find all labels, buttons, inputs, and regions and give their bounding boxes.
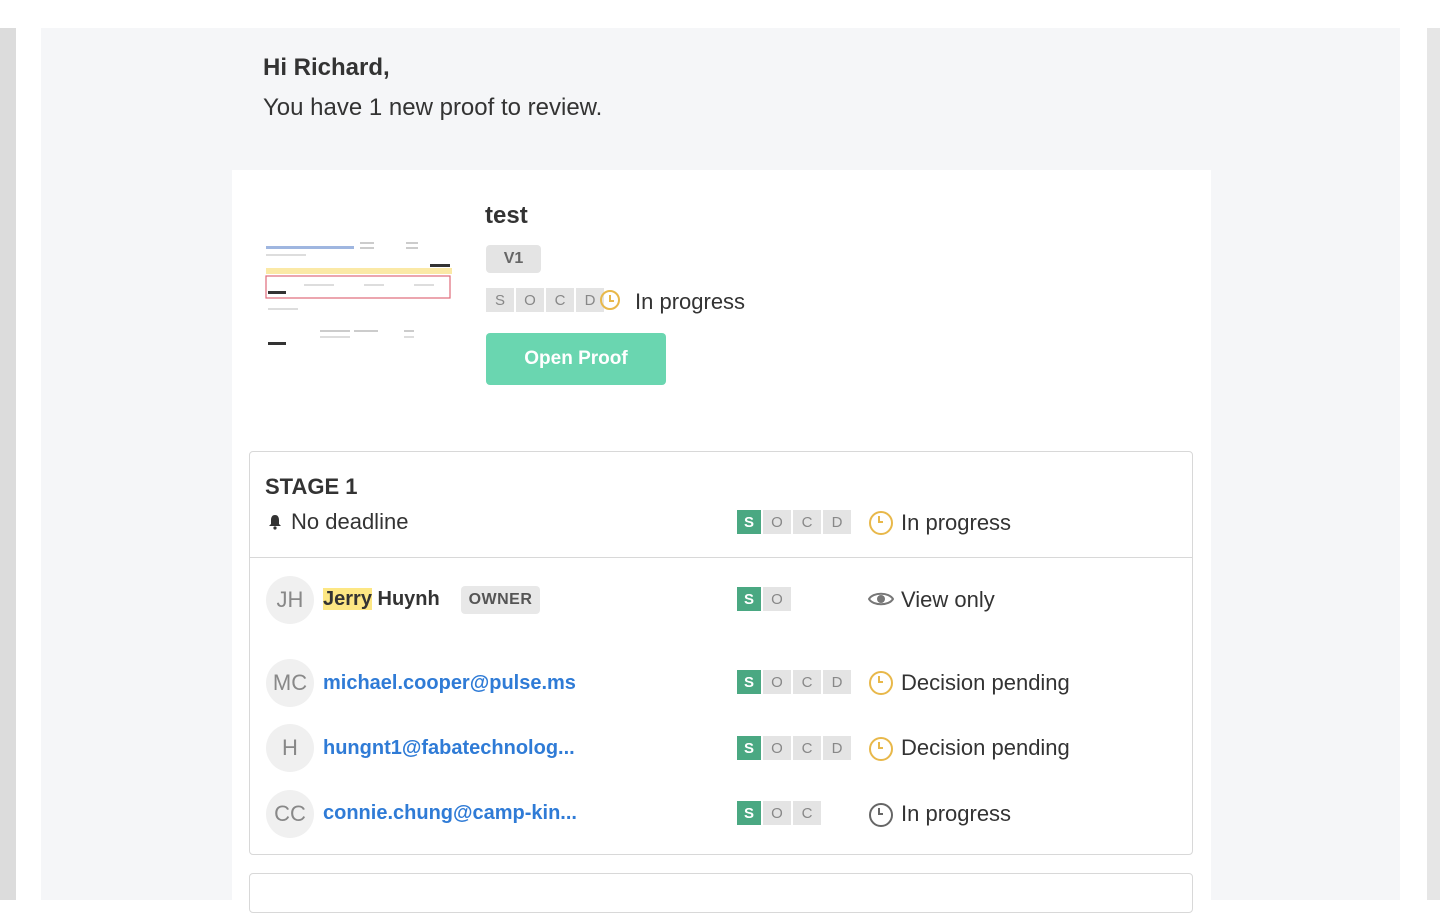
- bell-icon: [269, 515, 281, 530]
- step-c: C: [546, 288, 574, 312]
- greeting-name: Hi Richard,: [263, 54, 390, 81]
- avatar: JH: [266, 576, 314, 624]
- step-o: O: [763, 510, 791, 534]
- avatar: CC: [266, 790, 314, 838]
- reviewer-email-link[interactable]: connie.chung@camp-kin...: [323, 802, 577, 825]
- step-o: O: [763, 587, 791, 611]
- reviewer-steps: S O C D: [737, 736, 853, 760]
- step-s: S: [486, 288, 514, 312]
- version-badge: V1: [486, 245, 541, 273]
- stage-steps: S O C D: [737, 510, 853, 534]
- step-c: C: [793, 670, 821, 694]
- reviewer-status: View only: [901, 587, 995, 612]
- right-scrollbar[interactable]: [1427, 28, 1440, 900]
- left-scroll-edge: [0, 28, 16, 900]
- stage-status: In progress: [901, 510, 1012, 535]
- reviewer-last-name: Huynh: [371, 588, 440, 610]
- clock-icon: [869, 803, 893, 827]
- clock-icon: [869, 511, 893, 535]
- step-o: O: [763, 801, 791, 825]
- proof-status: In progress: [635, 289, 746, 314]
- step-o: O: [516, 288, 544, 312]
- stage-divider: [250, 557, 1192, 558]
- clock-icon: [869, 671, 893, 695]
- step-s: S: [737, 801, 761, 825]
- step-d: D: [823, 670, 851, 694]
- step-c: C: [793, 510, 821, 534]
- step-s: S: [737, 510, 761, 534]
- reviewer-email-link[interactable]: michael.cooper@pulse.ms: [323, 672, 576, 695]
- reviewer-steps: S O C: [737, 801, 823, 825]
- proof-steps: S O C D: [486, 288, 606, 312]
- greeting-message: You have 1 new proof to review.: [263, 94, 603, 121]
- reviewer-name: Jerry Huynh: [323, 588, 440, 611]
- name-highlight: Jerry: [323, 588, 372, 610]
- stage-deadline: No deadline: [291, 509, 409, 534]
- avatar: H: [266, 724, 314, 772]
- step-s: S: [737, 736, 761, 760]
- owner-badge: OWNER: [461, 586, 540, 614]
- step-d: D: [823, 736, 851, 760]
- reviewer-status: Decision pending: [901, 670, 1070, 695]
- reviewer-steps: S O C D: [737, 670, 853, 694]
- reviewer-email-link[interactable]: hungnt1@fabatechnolog...: [323, 737, 575, 760]
- reviewer-status: Decision pending: [901, 735, 1070, 760]
- step-d: D: [823, 510, 851, 534]
- open-proof-button[interactable]: Open Proof: [486, 333, 666, 385]
- next-stage-box: [249, 873, 1193, 913]
- stage-title: STAGE 1: [265, 474, 358, 499]
- clock-icon: [600, 290, 620, 310]
- avatar: MC: [266, 659, 314, 707]
- step-c: C: [793, 736, 821, 760]
- step-o: O: [763, 670, 791, 694]
- step-c: C: [793, 801, 821, 825]
- eye-icon: [868, 592, 894, 606]
- proof-thumbnail[interactable]: [264, 238, 454, 348]
- reviewer-status: In progress: [901, 801, 1012, 826]
- step-s: S: [737, 670, 761, 694]
- reviewer-steps: S O: [737, 587, 793, 611]
- clock-icon: [869, 737, 893, 761]
- proof-title: test: [485, 202, 528, 229]
- step-o: O: [763, 736, 791, 760]
- step-s: S: [737, 587, 761, 611]
